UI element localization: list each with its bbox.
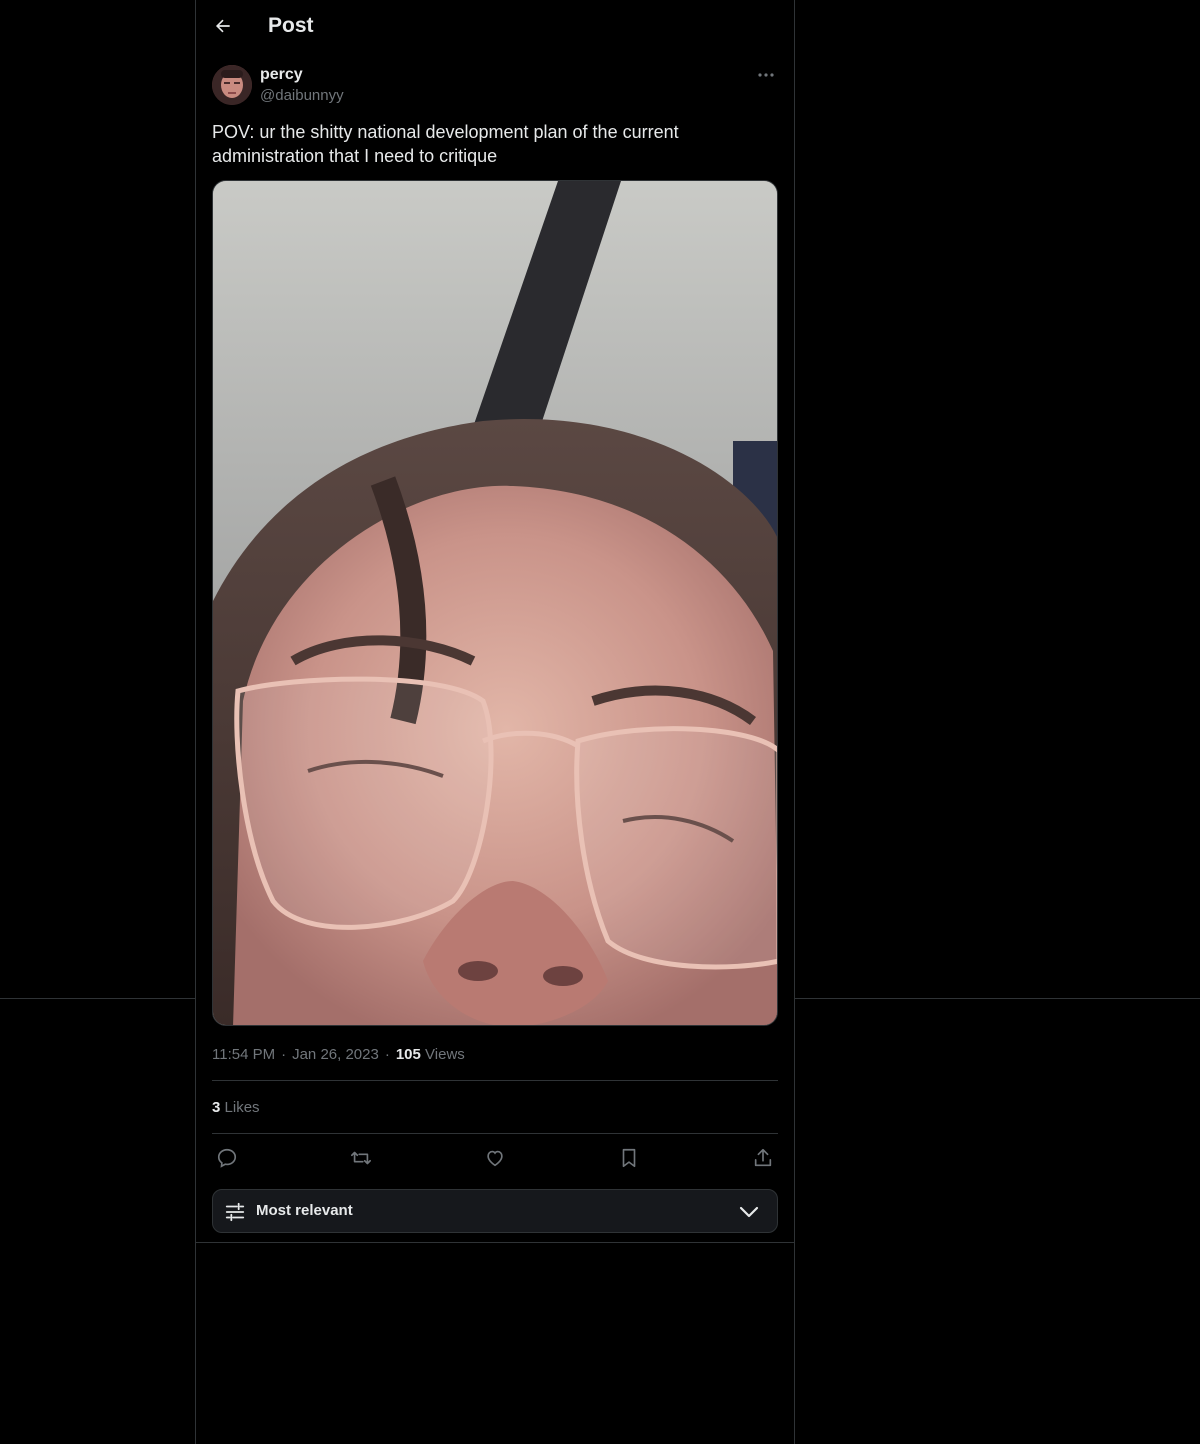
divider xyxy=(212,1080,778,1081)
photo-illustration xyxy=(213,181,777,1025)
share-button[interactable] xyxy=(748,1144,778,1172)
views-stat[interactable]: 105 Views xyxy=(396,1046,465,1063)
meta-separator: · xyxy=(384,1046,390,1063)
likes-stat[interactable]: 3 Likes xyxy=(212,1099,260,1116)
meta-separator: · xyxy=(281,1046,287,1063)
post-text: POV: ur the shitty national development … xyxy=(212,122,679,166)
section-divider xyxy=(196,1242,794,1243)
reply-icon xyxy=(217,1148,237,1168)
repost-button[interactable] xyxy=(346,1144,376,1172)
author-name[interactable]: percy xyxy=(260,66,303,84)
main-column: Post percy @daibunnyy POV: ur the shitty… xyxy=(195,0,795,1444)
reply-button[interactable] xyxy=(212,1144,242,1172)
back-button[interactable] xyxy=(206,9,240,43)
divider xyxy=(212,1133,778,1134)
author-handle[interactable]: @daibunnyy xyxy=(260,87,344,104)
arrow-left-icon xyxy=(215,19,230,33)
more-dots-icon xyxy=(758,73,774,77)
bookmark-icon xyxy=(622,1148,636,1168)
avatar[interactable] xyxy=(212,65,252,105)
likes-count: 3 xyxy=(212,1099,221,1116)
top-bar: Post xyxy=(196,0,794,53)
post-date[interactable]: Jan 26, 2023 xyxy=(292,1046,379,1063)
likes-label: Likes xyxy=(224,1099,260,1116)
repost-icon xyxy=(351,1151,371,1165)
like-button[interactable] xyxy=(480,1144,510,1172)
sort-label: Most relevant xyxy=(256,1202,353,1219)
avatar-image xyxy=(212,65,252,105)
reply-sort-dropdown[interactable]: Most relevant xyxy=(212,1189,778,1233)
post-time[interactable]: 11:54 PM xyxy=(212,1046,275,1063)
views-label: Views xyxy=(425,1046,465,1063)
bookmark-button[interactable] xyxy=(614,1144,644,1172)
like-icon xyxy=(487,1150,503,1167)
more-options-button[interactable] xyxy=(754,64,778,86)
post-media-photo[interactable] xyxy=(212,180,778,1026)
page-title: Post xyxy=(268,14,314,37)
views-count: 105 xyxy=(395,1046,421,1063)
share-icon xyxy=(754,1148,772,1167)
action-bar xyxy=(212,1144,778,1172)
post-meta: 11:54 PM · Jan 26, 2023 · 105 Views xyxy=(212,1046,465,1063)
sliders-icon xyxy=(225,1202,245,1222)
chevron-down-icon xyxy=(739,1206,759,1218)
